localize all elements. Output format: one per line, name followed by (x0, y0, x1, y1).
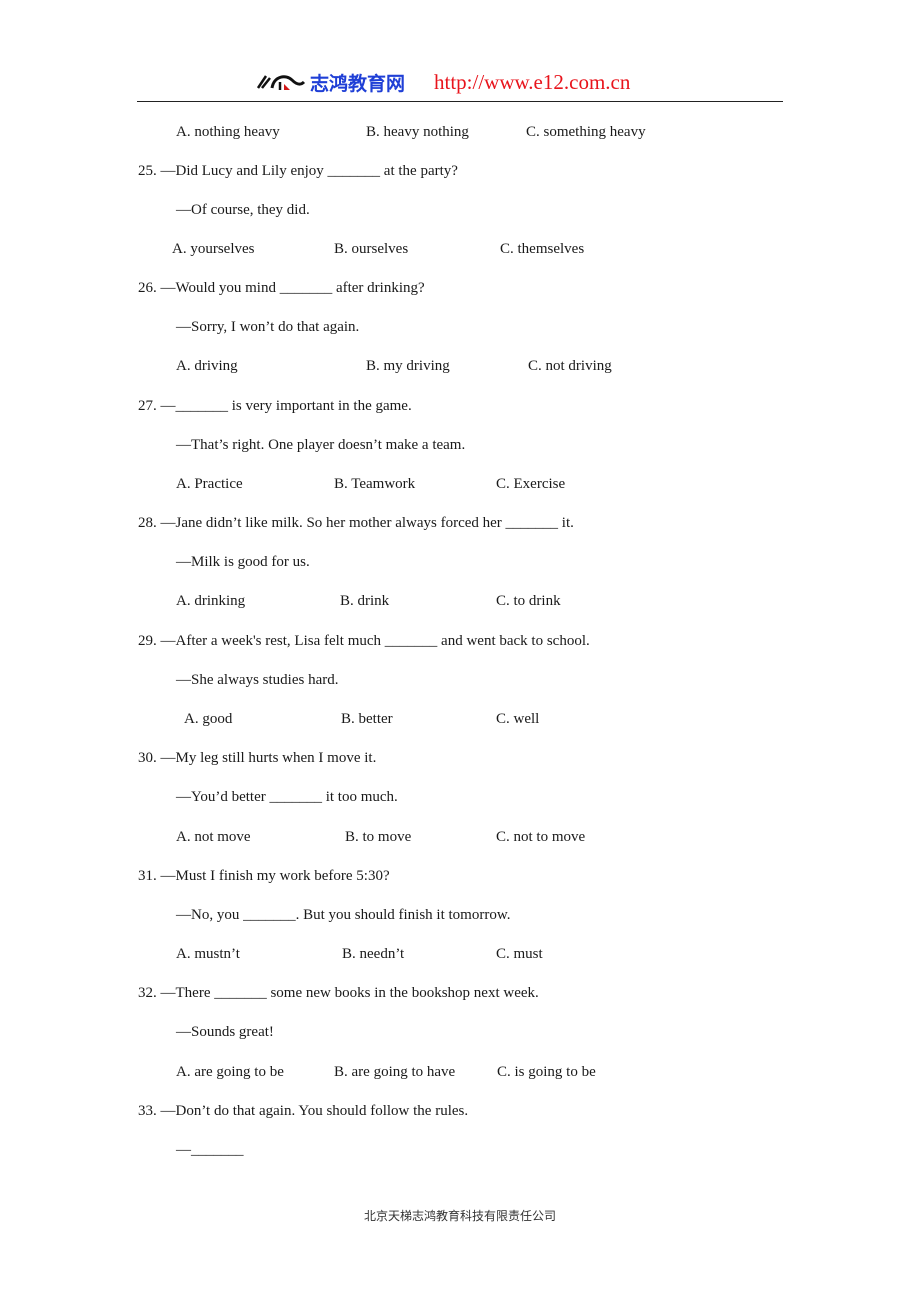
option: A. Practice (176, 476, 243, 492)
logo-icon (256, 75, 306, 90)
answer-text: —Of course, they did. (176, 202, 310, 218)
answer-text: —_______ (176, 1142, 244, 1158)
option: A. driving (176, 358, 238, 374)
option: A. yourselves (172, 241, 255, 257)
answer-text: —Milk is good for us. (176, 554, 310, 570)
answer-text: —Sorry, I won’t do that again. (176, 319, 360, 335)
header-divider (137, 101, 783, 102)
question-text: 26. —Would you mind _______ after drinki… (138, 280, 425, 296)
option: A. drinking (176, 593, 246, 609)
option: C. themselves (500, 241, 585, 257)
option: A. not move (176, 829, 251, 845)
answer-text: —You’d better _______ it too much. (176, 789, 398, 805)
question-text: 27. —_______ is very important in the ga… (138, 398, 412, 414)
answer-text: —That’s right. One player doesn’t make a… (176, 437, 466, 453)
answer-text: —Sounds great! (176, 1024, 274, 1040)
option: C. Exercise (496, 476, 566, 492)
option: B. Teamwork (334, 476, 416, 492)
option: B. drink (340, 593, 390, 609)
question-text: 29. —After a week's rest, Lisa felt much… (138, 633, 590, 649)
page-footer: 北京天梯志鸿教育科技有限责任公司 (363, 1209, 556, 1223)
option: C. must (496, 946, 543, 962)
option: B. heavy nothing (366, 124, 469, 140)
option: C. well (496, 711, 540, 727)
answer-text: —No, you _______. But you should finish … (176, 907, 511, 923)
option: C. something heavy (526, 124, 646, 140)
option: B. to move (345, 829, 412, 845)
option: B. are going to have (334, 1064, 456, 1080)
option: B. my driving (366, 358, 450, 374)
answer-text: —She always studies hard. (176, 672, 339, 688)
option: C. is going to be (497, 1064, 596, 1080)
option: A. good (184, 711, 233, 727)
question-text: 30. —My leg still hurts when I move it. (138, 750, 377, 766)
option: C. not driving (528, 358, 612, 374)
page-header: 志鸿教育网 http://www.e12.com.cn (0, 66, 920, 100)
question-text: 32. —There _______ some new books in the… (138, 985, 539, 1001)
option: B. better (341, 711, 393, 727)
question-text: 28. —Jane didn’t like milk. So her mothe… (138, 515, 574, 531)
option: B. ourselves (334, 241, 409, 257)
option: A. nothing heavy (176, 124, 280, 140)
option: C. to drink (496, 593, 561, 609)
question-text: 33. —Don’t do that again. You should fol… (138, 1103, 469, 1119)
option: C. not to move (496, 829, 586, 845)
brand-name: 志鸿教育网 (310, 73, 406, 95)
option: A. mustn’t (176, 946, 240, 962)
question-text: 31. —Must I finish my work before 5:30? (138, 868, 390, 884)
option: A. are going to be (176, 1064, 284, 1080)
question-text: 25. —Did Lucy and Lily enjoy _______ at … (138, 163, 458, 179)
site-url[interactable]: http://www.e12.com.cn (434, 70, 630, 95)
option: B. needn’t (342, 946, 405, 962)
